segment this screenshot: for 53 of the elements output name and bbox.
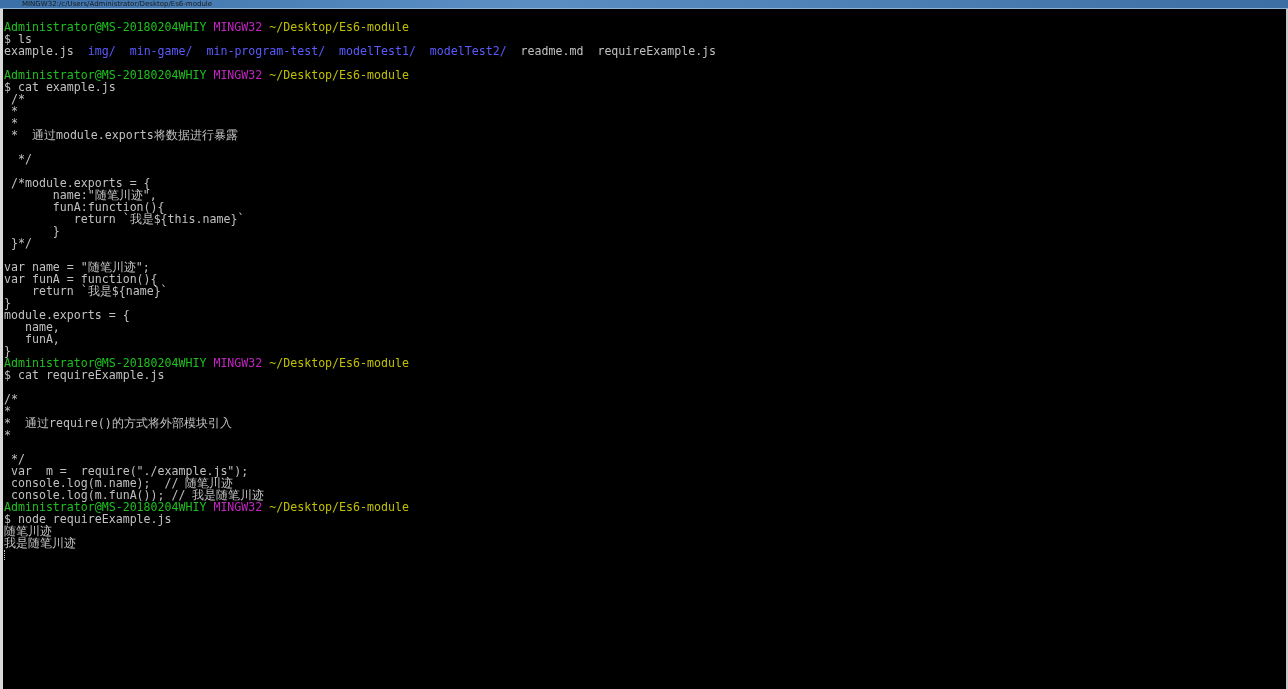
prompt-user: Administrator@MS-20180204WHIY xyxy=(4,20,207,34)
terminal-line: /*module.exports = { xyxy=(9,177,151,189)
prompt-system: MINGW32 xyxy=(213,68,263,82)
terminal-line: * 通过require()的方式将外部模块引入 xyxy=(4,417,232,429)
terminal-line: * xyxy=(9,105,18,117)
directory-name: min-game/ xyxy=(129,44,193,58)
terminal-line: 我是随笔川迹 xyxy=(4,537,76,549)
directory-name: img/ xyxy=(87,44,116,58)
terminal-line: module.exports = { xyxy=(4,309,130,321)
prompt-path: ~/Desktop/Es6-module xyxy=(269,20,409,34)
directory-name: modelTest1/ xyxy=(339,44,416,58)
directory-name: modelTest2/ xyxy=(429,44,507,58)
terminal-line: var funA = function(){ xyxy=(4,273,158,285)
prompt-system: MINGW32 xyxy=(213,500,263,514)
terminal-line: $ cat example.js xyxy=(4,81,116,93)
terminal-line: name:"随笔川迹", xyxy=(52,189,157,201)
prompt-system: MINGW32 xyxy=(213,20,263,34)
terminal-line: /* xyxy=(10,93,25,105)
file-name: example.js xyxy=(4,44,74,58)
terminal-line: */ xyxy=(16,153,32,165)
prompt-user: Administrator@MS-20180204WHIY xyxy=(4,356,207,370)
terminal-line: var name = "随笔川迹"; xyxy=(4,261,150,273)
terminal-line: var m = require("./example.js"); xyxy=(9,465,249,477)
terminal-line: $ node requireExample.js xyxy=(4,513,172,525)
terminal-line: return `我是${this.name}` xyxy=(73,213,245,225)
terminal-line: } xyxy=(4,345,11,357)
prompt-path: ~/Desktop/Es6-module xyxy=(269,500,409,514)
file-name: readme.md xyxy=(520,44,584,58)
terminal-line: } xyxy=(51,225,60,237)
terminal-line: * 通过module.exports将数据进行暴露 xyxy=(9,129,238,141)
terminal-line: * xyxy=(4,405,11,417)
prompt-user: Administrator@MS-20180204WHIY xyxy=(4,500,207,514)
terminal-line: return `我是${name}` xyxy=(30,285,168,297)
terminal-line: }*/ xyxy=(9,237,32,249)
terminal-line: $ ls xyxy=(4,33,32,45)
terminal-line: 随笔川迹 xyxy=(4,525,52,537)
terminal-line: } xyxy=(4,297,11,309)
directory-name: min-program-test/ xyxy=(206,44,326,58)
terminal-line: * xyxy=(9,117,18,129)
file-name: requireExample.js xyxy=(597,44,717,58)
terminal-line: /* xyxy=(4,393,18,405)
terminal-line: console.log(m.name); // 随笔川迹 xyxy=(9,477,234,489)
terminal-line: funA, xyxy=(23,333,60,345)
prompt-system: MINGW32 xyxy=(213,356,263,370)
terminal-line: $ cat requireExample.js xyxy=(4,369,165,381)
terminal-line: */ xyxy=(9,453,25,465)
prompt-path: ~/Desktop/Es6-module xyxy=(269,68,409,82)
terminal-line: console.log(m.funA()); // 我是随笔川迹 xyxy=(10,489,265,501)
terminal-line: name, xyxy=(24,321,60,333)
prompt-user: Administrator@MS-20180204WHIY xyxy=(4,68,207,82)
terminal-line: funA:function(){ xyxy=(51,201,165,213)
prompt-path: ~/Desktop/Es6-module xyxy=(269,356,409,370)
terminal-line: * xyxy=(4,429,11,441)
